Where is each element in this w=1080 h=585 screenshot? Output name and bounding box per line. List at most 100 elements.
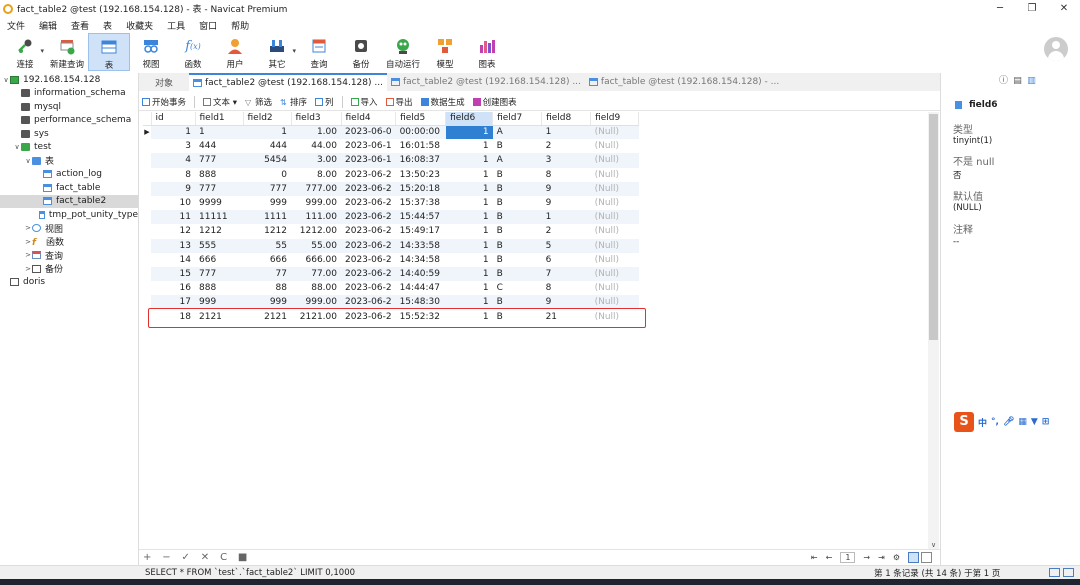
cell-field5[interactable]: 00:00:00 [395, 125, 446, 140]
cell-field9[interactable]: (Null) [590, 252, 639, 267]
close-button[interactable]: ✕ [1048, 0, 1080, 17]
apply-changes-button[interactable]: ✓ [182, 552, 190, 563]
cell-field1[interactable]: 1 [195, 125, 243, 140]
cell-field6[interactable]: 1 [445, 181, 493, 196]
cell-field9[interactable]: (Null) [590, 224, 639, 239]
cell-field4[interactable]: 2023-06-2 [341, 224, 396, 239]
grid-view-button[interactable] [908, 552, 919, 563]
cell-field4[interactable]: 2023-06-1 [341, 139, 396, 154]
begin-transaction-button[interactable]: 开始事务 [142, 96, 186, 108]
cell-field1[interactable]: 444 [195, 139, 243, 154]
cell-field3[interactable]: 3.00 [291, 153, 341, 168]
expand-icon[interactable]: > [24, 251, 32, 259]
menu-view[interactable]: 查看 [64, 19, 96, 32]
ddl-icon[interactable]: ▤ [1013, 77, 1022, 86]
cell-field4[interactable]: 2023-06-1 [341, 153, 396, 168]
cell-field9[interactable]: (Null) [590, 181, 639, 196]
column-header-field7[interactable]: field7 [492, 112, 543, 126]
minimize-button[interactable]: ─ [984, 0, 1016, 17]
cell-id[interactable]: 8 [151, 167, 195, 182]
cell-id[interactable]: 13 [151, 238, 195, 253]
page-number-input[interactable]: 1 [840, 552, 856, 563]
first-page-button[interactable]: ⇤ [811, 553, 818, 562]
tree-item-tmp-pot-unity-type[interactable]: tmp_pot_unity_type [0, 208, 138, 222]
column-header-field6[interactable]: field6 [445, 112, 494, 126]
cell-field1[interactable]: 9999 [195, 195, 243, 211]
last-page-button[interactable]: ⇥ [878, 553, 885, 562]
scrollbar-thumb[interactable] [929, 114, 938, 340]
column-header-field8[interactable]: field8 [541, 112, 592, 126]
filter-button[interactable]: ▽ 筛选 [245, 96, 272, 108]
prev-page-button[interactable]: ← [826, 553, 833, 562]
menu-window[interactable]: 窗口 [192, 19, 224, 32]
cell-id[interactable]: 1 [151, 125, 195, 140]
text-button[interactable]: 文本 ▾ [203, 96, 237, 108]
skin-icon[interactable]: ▼ [1031, 417, 1038, 427]
cell-field6[interactable]: 1 [445, 252, 493, 267]
columns-button[interactable]: 列 [315, 96, 334, 108]
cell-id[interactable]: 10 [151, 195, 195, 211]
data-generation-button[interactable]: 数据生成 [420, 96, 465, 108]
cell-field4[interactable]: 2023-06-2 [341, 210, 396, 225]
table-row[interactable]: 14 666 666 666.00 2023-06-2 14:34:58 1 B 6 (Null) [143, 252, 639, 267]
cell-field3[interactable]: 1.00 [291, 125, 341, 140]
cell-field5[interactable]: 15:37:38 [395, 195, 446, 211]
cell-field6[interactable]: 1 [445, 224, 493, 239]
menu-help[interactable]: 帮助 [224, 19, 256, 32]
cell-id[interactable]: 3 [151, 139, 195, 154]
cell-field9[interactable]: (Null) [590, 167, 639, 182]
row-marker[interactable] [143, 195, 151, 211]
cell-field1[interactable]: 777 [195, 266, 243, 282]
model-button[interactable]: 模型 [424, 33, 466, 71]
cell-field5[interactable]: 14:33:58 [395, 238, 446, 253]
cell-field1[interactable]: 888 [195, 167, 243, 182]
cell-field5[interactable]: 16:01:58 [395, 139, 446, 154]
import-button[interactable]: 导入 [350, 96, 378, 108]
table-row[interactable]: 8 888 0 8.00 2023-06-2 13:50:23 1 B 8 (Null) [143, 167, 639, 182]
cell-field2[interactable]: 77 [243, 266, 291, 282]
cell-id[interactable]: 16 [151, 281, 195, 296]
tree-item-192-168-154-128[interactable]: ∨ 192.168.154.128 [0, 73, 138, 87]
export-button[interactable]: 导出 [385, 96, 413, 108]
cell-field8[interactable]: 6 [541, 252, 591, 267]
cell-field2[interactable]: 999 [243, 195, 291, 211]
cell-field1[interactable]: 11111 [195, 210, 243, 225]
connect-dropdown-icon[interactable]: ▾ [40, 47, 44, 55]
user-button[interactable]: 用户 [214, 33, 256, 71]
cell-field8[interactable]: 2 [541, 224, 591, 239]
cell-field3[interactable]: 666.00 [291, 252, 341, 267]
cell-field6[interactable]: 1 [445, 139, 493, 154]
cell-field2[interactable]: 444 [243, 139, 291, 154]
menu-favorites[interactable]: 收藏夹 [119, 19, 160, 32]
cell-id[interactable]: 12 [151, 224, 195, 239]
tree-item-group-13[interactable]: > 查询 [0, 249, 138, 263]
cell-field4[interactable]: 2023-06-0 [341, 125, 396, 140]
cell-field4[interactable]: 2023-06-2 [341, 281, 396, 296]
cell-field2[interactable]: 666 [243, 252, 291, 267]
microphone-icon[interactable]: 🎤︎ [1003, 417, 1014, 427]
cell-field9[interactable]: (Null) [590, 238, 639, 253]
column-header-id[interactable]: id [151, 112, 196, 126]
cell-field7[interactable]: B [492, 252, 542, 267]
row-marker[interactable] [143, 139, 151, 154]
cell-field6[interactable]: 1 [445, 153, 493, 168]
cell-field5[interactable]: 13:50:23 [395, 167, 446, 182]
cell-field8[interactable]: 9 [541, 181, 591, 196]
cell-field7[interactable]: B [492, 224, 542, 239]
column-header-field4[interactable]: field4 [341, 112, 397, 126]
cell-field6[interactable]: 1 [445, 238, 493, 253]
cell-field7[interactable]: C [492, 281, 542, 296]
cell-field5[interactable]: 15:44:57 [395, 210, 446, 225]
refresh-button[interactable]: C [220, 552, 227, 563]
query-button[interactable]: 查询 [298, 33, 340, 71]
cell-field7[interactable]: A [492, 125, 542, 140]
menu-table[interactable]: 表 [96, 19, 119, 32]
cell-field3[interactable]: 77.00 [291, 266, 341, 282]
delete-record-button[interactable]: − [162, 552, 170, 563]
cell-field7[interactable]: B [492, 139, 542, 154]
cell-field1[interactable]: 666 [195, 252, 243, 267]
cell-field3[interactable]: 1212.00 [291, 224, 341, 239]
cell-field8[interactable]: 3 [541, 153, 591, 168]
automation-button[interactable]: 自动运行 [382, 33, 424, 71]
tree-item-group-14[interactable]: > 备份 [0, 262, 138, 276]
